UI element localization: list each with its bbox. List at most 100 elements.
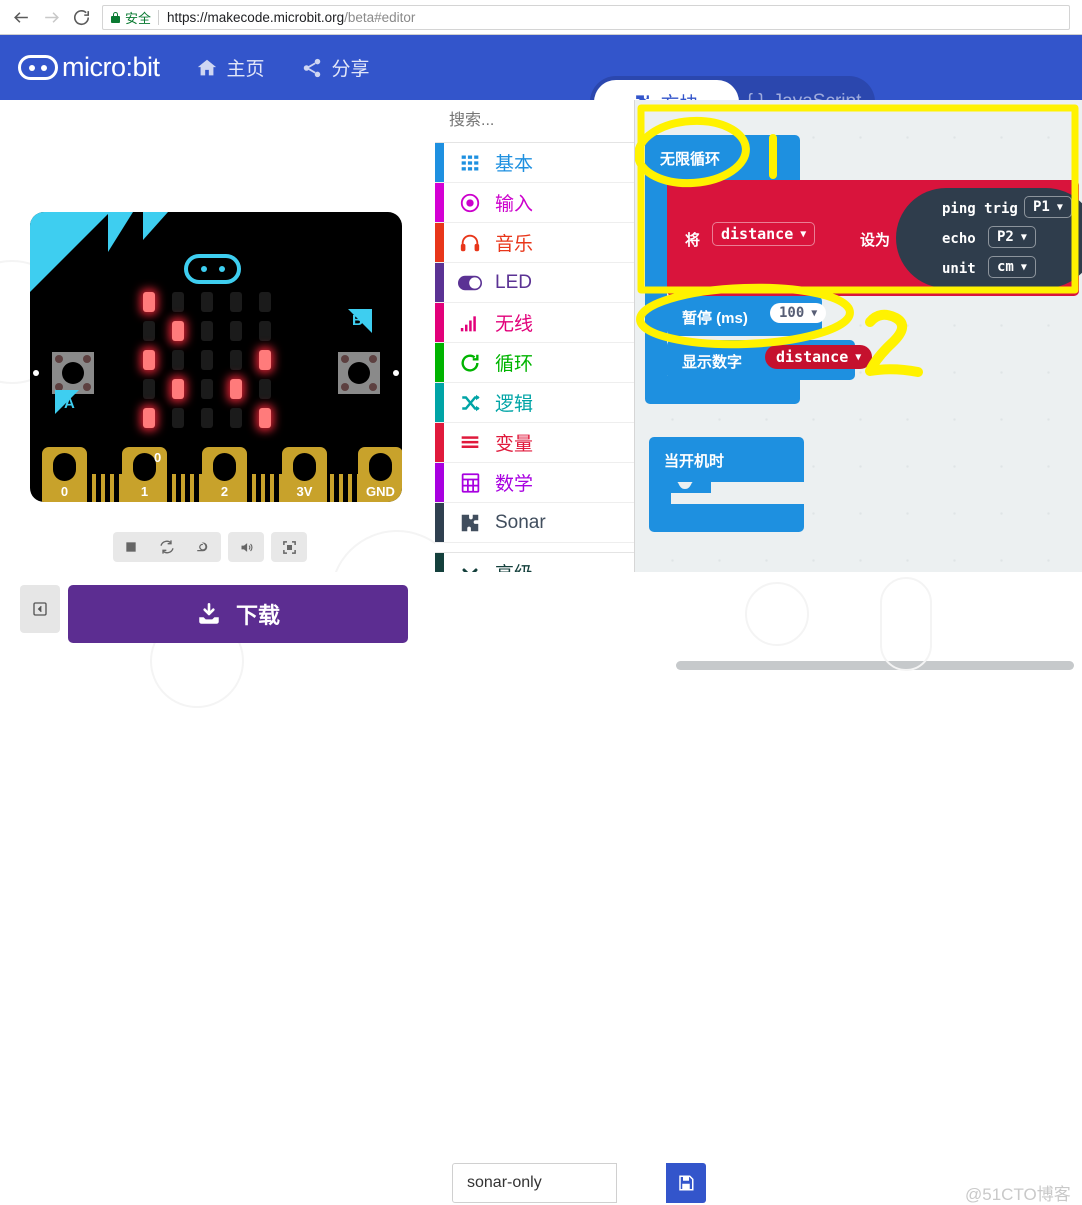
chevron-down-icon: ▼ xyxy=(811,307,818,319)
pin-small xyxy=(110,474,114,502)
chevron-down-icon: ▼ xyxy=(1020,261,1027,273)
lock-icon xyxy=(111,11,120,23)
show-number-variable[interactable]: distance ▼ xyxy=(765,345,873,369)
slow-motion-button[interactable] xyxy=(185,532,221,562)
led-1-1 xyxy=(172,321,184,341)
sonar-unit-dropdown[interactable]: cm ▼ xyxy=(988,256,1036,278)
block-forever-label: 无限循环 xyxy=(660,151,721,168)
block-forever-bottom[interactable] xyxy=(645,376,800,404)
block-pause[interactable]: 暂停 (ms) 100 ▼ xyxy=(667,296,827,336)
sonar-trig-dropdown[interactable]: P1 ▼ xyxy=(1024,196,1072,218)
reload-icon xyxy=(73,9,89,25)
led-3-2 xyxy=(201,379,213,399)
search-input[interactable] xyxy=(447,111,634,131)
microbit-logo[interactable]: micro:bit xyxy=(18,52,160,83)
header-home-button[interactable]: 主页 xyxy=(196,54,265,81)
category-label: 循环 xyxy=(495,354,534,375)
toolbox-category-advanced[interactable]: 高级 xyxy=(435,553,634,572)
sonar-unit-value: cm xyxy=(997,259,1014,275)
toolbox-category-sonar[interactable]: Sonar xyxy=(435,503,634,543)
block-forever-left-spine[interactable] xyxy=(645,180,667,376)
led-display[interactable] xyxy=(143,292,283,432)
fullscreen-group xyxy=(271,532,307,562)
sonar-echo-dropdown[interactable]: P2 ▼ xyxy=(988,226,1036,248)
button-b[interactable] xyxy=(338,352,380,394)
category-color-bar xyxy=(435,183,444,222)
share-icon xyxy=(301,57,323,79)
label-button-a: A xyxy=(64,395,75,412)
toolbox-category-逻辑[interactable]: 逻辑 xyxy=(435,383,634,423)
block-on-start-left-spine[interactable] xyxy=(649,482,671,504)
pin-small xyxy=(252,474,256,502)
category-label: LED xyxy=(495,271,532,293)
mute-button[interactable] xyxy=(228,532,264,562)
led-4-2 xyxy=(201,408,213,428)
toolbox-category-变量[interactable]: 变量 xyxy=(435,423,634,463)
led-0-1 xyxy=(172,292,184,312)
show-number-variable-value: distance xyxy=(776,348,849,366)
block-sonar-ping[interactable]: ping trig P1 ▼ echo P2 ▼ unit cm ▼ xyxy=(896,188,1082,288)
toolbox-category-led[interactable]: LED xyxy=(435,263,634,303)
blocks-workspace[interactable]: 无限循环 将 distance ▼ 设为 ping trig P1 ▼ echo… xyxy=(635,100,1082,572)
editor-body: A B 0 1 2 3V GND 0 搜索... 基本 输入 音乐 LED 无线… xyxy=(0,100,1082,670)
toolbox-category-循环[interactable]: 循环 xyxy=(435,343,634,383)
led-4-0 xyxy=(143,408,155,428)
save-button[interactable] xyxy=(666,1163,706,1203)
stop-button[interactable] xyxy=(113,532,149,562)
toggle-icon xyxy=(453,275,487,291)
led-3-4 xyxy=(259,379,271,399)
toolbox-separator xyxy=(435,543,634,553)
block-set-prefix: 将 xyxy=(685,232,701,249)
sonar-trig-value: P1 xyxy=(1033,199,1050,215)
led-2-4 xyxy=(259,350,271,370)
category-label: 逻辑 xyxy=(495,394,534,415)
toolbox-category-基本[interactable]: 基本 xyxy=(435,143,634,183)
category-color-bar xyxy=(435,463,444,502)
button-a[interactable] xyxy=(52,352,94,394)
stop-icon xyxy=(126,542,136,552)
workspace-h-scrollbar[interactable] xyxy=(676,661,1074,670)
block-set-variable[interactable]: 将 distance ▼ 设为 ping trig P1 ▼ echo P2 ▼… xyxy=(667,180,1082,296)
brand-name: micro:bit xyxy=(62,52,160,82)
restart-button[interactable] xyxy=(149,532,185,562)
headphones-icon xyxy=(453,232,487,254)
block-on-start[interactable]: 当开机时 xyxy=(649,437,804,482)
category-color-bar xyxy=(435,143,444,182)
led-0-3 xyxy=(230,292,242,312)
board-notch xyxy=(143,212,168,240)
toolbox-category-音乐[interactable]: 音乐 xyxy=(435,223,634,263)
block-on-start-bottom[interactable] xyxy=(649,504,804,532)
block-forever[interactable]: 无限循环 xyxy=(645,135,800,180)
forward-button[interactable] xyxy=(36,2,66,32)
grid-icon xyxy=(453,153,487,173)
toolbox-category-无线[interactable]: 无线 xyxy=(435,303,634,343)
category-color-bar xyxy=(435,303,444,342)
fullscreen-button[interactable] xyxy=(271,532,307,562)
pin-0[interactable]: 0 xyxy=(42,447,87,502)
pin-gnd[interactable]: GND xyxy=(358,447,402,502)
category-label: 数学 xyxy=(495,474,534,495)
category-label: 高级 xyxy=(495,559,533,572)
filename-input[interactable] xyxy=(465,1173,604,1193)
category-label: 音乐 xyxy=(495,234,534,255)
variable-dropdown[interactable]: distance ▼ xyxy=(712,222,816,246)
led-3-3 xyxy=(230,379,242,399)
pin-small xyxy=(357,474,361,502)
toolbox-category-数学[interactable]: 数学 xyxy=(435,463,634,503)
toolbox-search[interactable] xyxy=(435,100,634,143)
back-button[interactable] xyxy=(6,2,36,32)
header-share-label: 分享 xyxy=(331,59,370,80)
toolbox-category-输入[interactable]: 输入 xyxy=(435,183,634,223)
pause-value-dropdown[interactable]: 100 ▼ xyxy=(770,303,827,323)
led-4-1 xyxy=(172,408,184,428)
project-name-field[interactable] xyxy=(452,1163,617,1203)
address-bar[interactable]: 安全 https://makecode.microbit.org/beta#ed… xyxy=(102,4,1070,30)
download-button[interactable]: 下载 xyxy=(68,585,408,643)
header-share-button[interactable]: 分享 xyxy=(301,54,370,81)
pin-small xyxy=(348,474,352,502)
microbit-logo-icon xyxy=(18,55,58,80)
reload-button[interactable] xyxy=(66,2,96,32)
block-show-number[interactable]: 显示数字 distance ▼ xyxy=(667,340,873,380)
shuffle-icon xyxy=(453,392,487,414)
collapse-simulator-button[interactable] xyxy=(20,585,60,633)
